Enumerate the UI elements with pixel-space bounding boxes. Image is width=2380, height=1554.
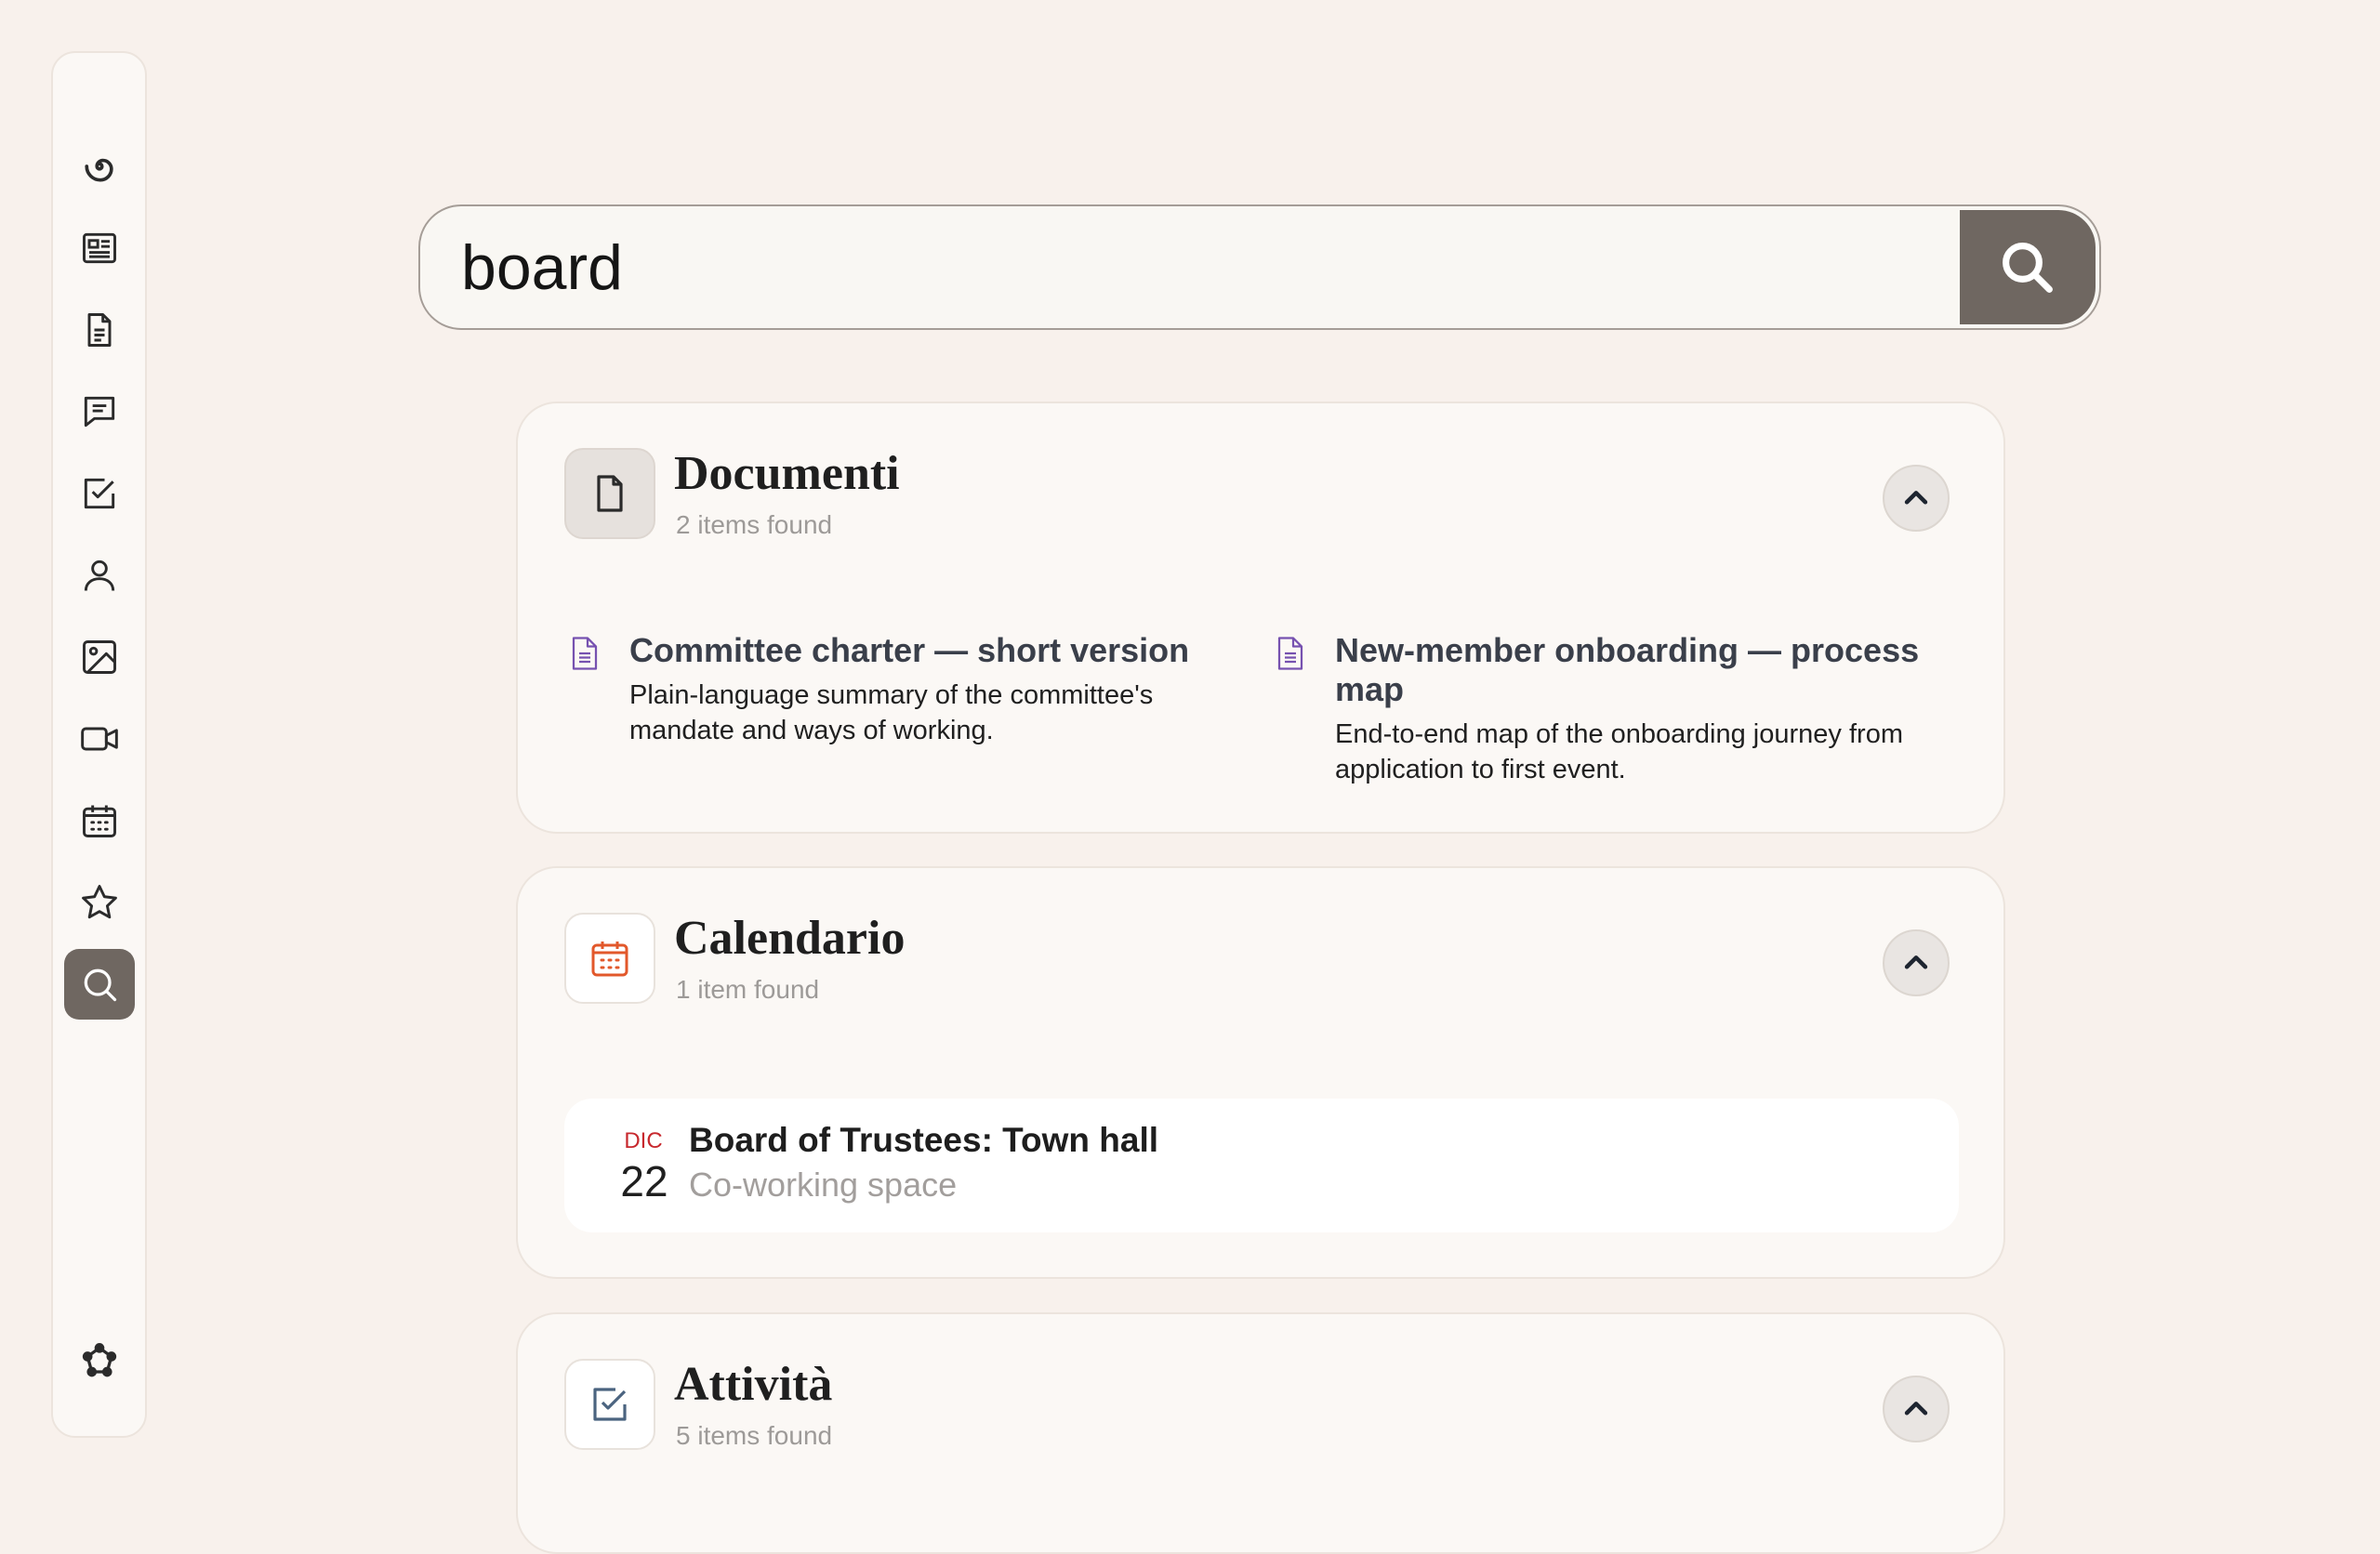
chevron-up-icon: [1904, 955, 1928, 969]
network-settings-icon[interactable]: [64, 1326, 135, 1397]
section-count: 5 items found: [676, 1421, 833, 1450]
section-title: Calendario: [674, 912, 906, 965]
home-logo-icon[interactable]: [64, 131, 135, 202]
section-title: Documenti: [674, 447, 900, 500]
collapse-button[interactable]: [1883, 1376, 1950, 1442]
chevron-up-icon: [1904, 491, 1928, 505]
document-description: Plain-language summary of the committee'…: [629, 680, 1154, 745]
news-icon[interactable]: [64, 213, 135, 283]
document-icon: [1277, 637, 1303, 670]
tasks-icon[interactable]: [64, 458, 135, 529]
search-input[interactable]: [420, 206, 1964, 328]
event-title[interactable]: Board of Trustees: Town hall: [689, 1121, 1158, 1160]
event-location: Co-working space: [689, 1166, 958, 1204]
document-title[interactable]: New-member onboarding — process map: [1335, 631, 1967, 709]
search-icon: [2003, 242, 2053, 293]
people-icon[interactable]: [64, 540, 135, 611]
section-count: 2 items found: [676, 510, 833, 539]
section-title: Attività: [674, 1358, 833, 1411]
chevron-up-icon: [1904, 1402, 1928, 1416]
tasks-section: Attività 5 items found: [516, 1312, 2005, 1554]
search-button[interactable]: [1960, 210, 2096, 324]
section-count: 1 item found: [676, 975, 820, 1004]
documents-section: Documenti 2 items found Committee charte…: [516, 402, 2005, 834]
documents-icon[interactable]: [64, 295, 135, 365]
images-icon[interactable]: [64, 622, 135, 692]
event-day: 22: [620, 1157, 668, 1205]
calendar-icon: [564, 913, 655, 1004]
favorites-icon[interactable]: [64, 867, 135, 938]
sidebar: [51, 51, 147, 1438]
checkbox-icon: [564, 1359, 655, 1450]
file-icon: [564, 448, 655, 539]
document-icon: [572, 637, 598, 670]
video-icon[interactable]: [64, 704, 135, 774]
messages-icon[interactable]: [64, 376, 135, 447]
document-title[interactable]: Committee charter — short version: [629, 631, 1262, 670]
document-description: End-to-end map of the onboarding journey…: [1335, 719, 1903, 784]
event-month: DIC: [624, 1128, 663, 1153]
search-icon[interactable]: [64, 949, 135, 1020]
collapse-button[interactable]: [1883, 929, 1950, 996]
collapse-button[interactable]: [1883, 465, 1950, 532]
search-bar: [418, 204, 2101, 330]
calendar-icon[interactable]: [64, 785, 135, 856]
event-item[interactable]: DIC 22 Board of Trustees: Town hall Co-w…: [564, 1099, 1959, 1232]
calendar-section: Calendario 1 item found DIC 22 Board of …: [516, 866, 2005, 1279]
